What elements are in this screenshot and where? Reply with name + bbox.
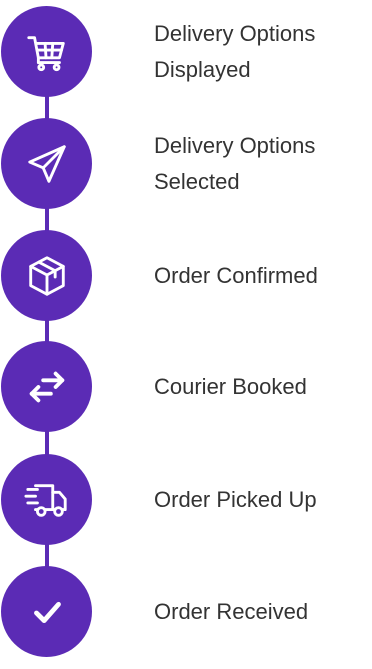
step-label-line-1: Order Confirmed bbox=[154, 263, 318, 288]
checkmark-icon bbox=[24, 589, 70, 635]
step-circle bbox=[1, 118, 92, 209]
step-label-line-1: Delivery Options bbox=[154, 133, 316, 158]
step-circle bbox=[1, 230, 92, 321]
timeline-step-order-confirmed: Order Confirmed bbox=[0, 229, 372, 329]
timeline-step-order-picked-up: Order Picked Up bbox=[0, 453, 372, 553]
step-label: Delivery Options Displayed bbox=[154, 21, 369, 82]
step-circle bbox=[1, 454, 92, 545]
step-label: Order Picked Up bbox=[154, 470, 369, 530]
timeline-step-courier-booked: Courier Booked bbox=[0, 340, 372, 440]
step-label-line-1: Order Received bbox=[154, 599, 309, 624]
step-label: Delivery Options Selected bbox=[154, 133, 369, 194]
delivery-truck-icon bbox=[23, 477, 70, 523]
step-label: Order Received bbox=[154, 582, 369, 642]
timeline-step-order-received: Order Received bbox=[0, 565, 372, 665]
timeline-step-delivery-options-displayed: Delivery Options Displayed bbox=[0, 5, 372, 105]
step-label-line-2: Displayed bbox=[154, 57, 251, 82]
step-label-line-1: Delivery Options bbox=[154, 21, 316, 46]
timeline-step-delivery-options-selected: Delivery Options Selected bbox=[0, 117, 372, 217]
step-label-line-1: Courier Booked bbox=[154, 374, 307, 399]
step-label-line-2: Selected bbox=[154, 169, 240, 194]
shopping-cart-icon bbox=[24, 29, 70, 75]
paper-plane-icon bbox=[24, 141, 70, 187]
step-label: Courier Booked bbox=[154, 357, 369, 417]
step-label: Order Confirmed bbox=[154, 246, 369, 306]
box-icon bbox=[24, 253, 70, 299]
step-circle bbox=[1, 341, 92, 432]
delivery-timeline: Delivery Options Displayed Delivery Opti… bbox=[0, 0, 372, 669]
exchange-arrows-icon bbox=[24, 364, 70, 410]
step-label-line-1: Order Picked Up bbox=[154, 487, 317, 512]
step-circle bbox=[1, 566, 92, 657]
step-circle bbox=[1, 6, 92, 97]
